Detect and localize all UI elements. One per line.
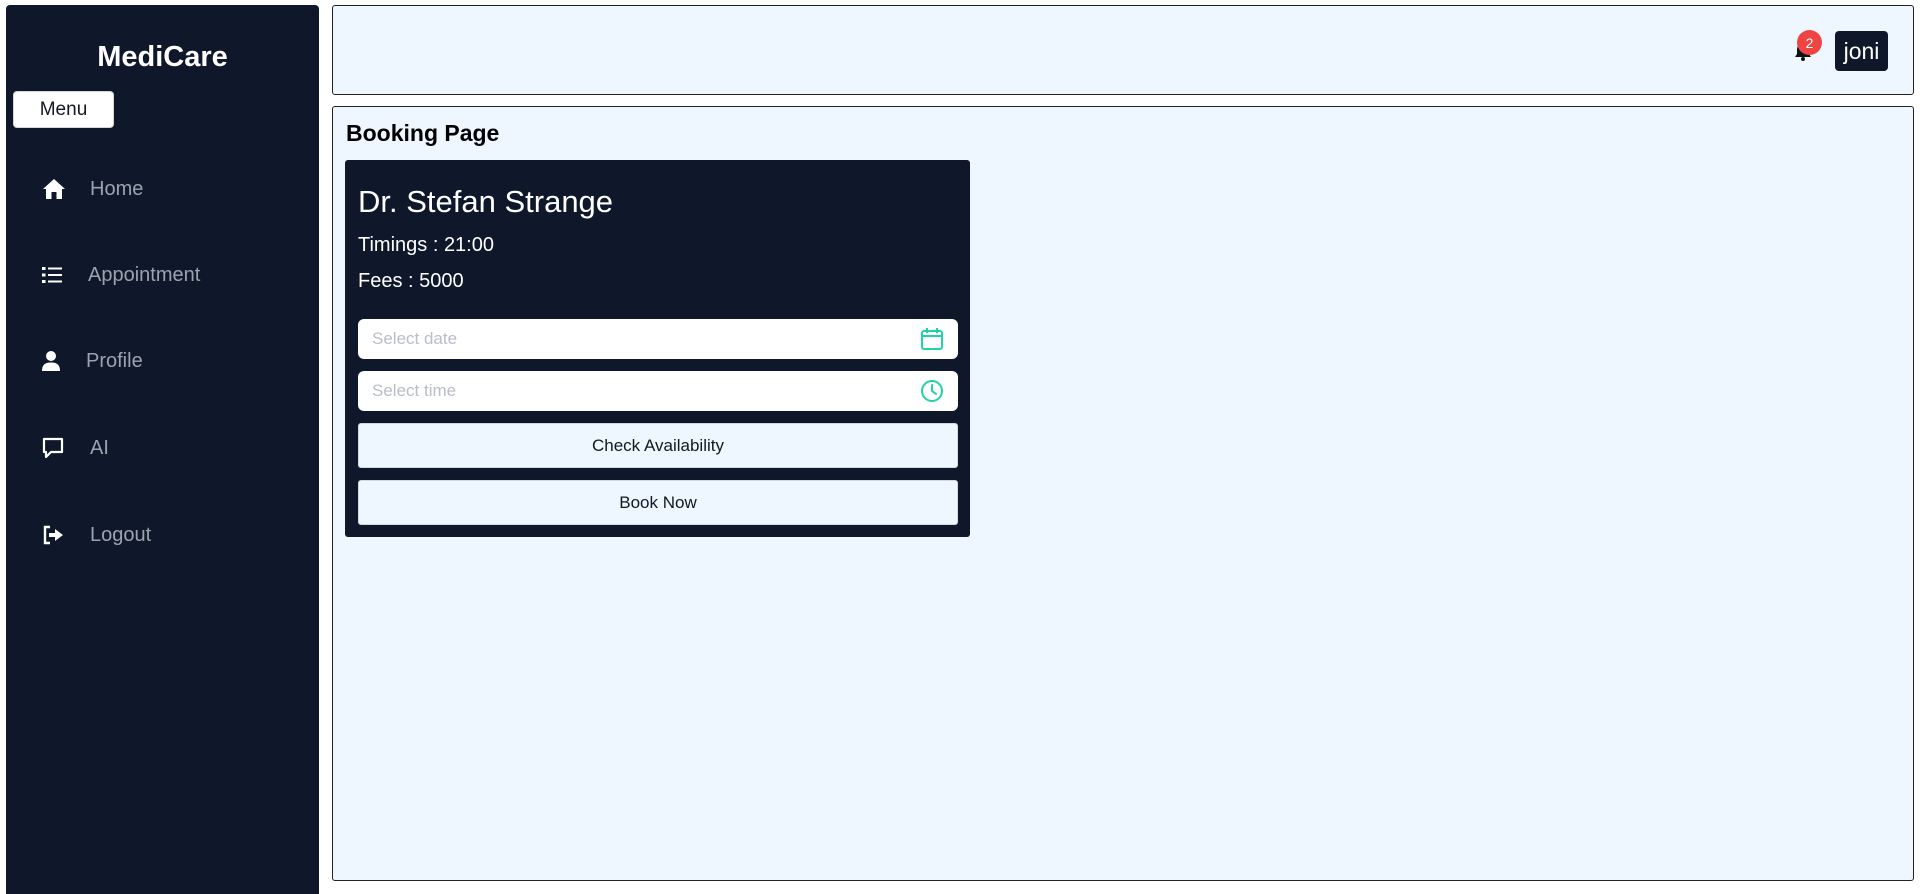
logout-icon (42, 525, 72, 545)
doctor-name: Dr. Stefan Strange (358, 184, 614, 219)
menu-button[interactable]: Menu (13, 91, 114, 128)
time-field (358, 371, 958, 411)
user-icon (42, 350, 72, 372)
top-bar (332, 5, 1914, 95)
book-now-button[interactable]: Book Now (358, 480, 958, 525)
sidebar-item-label: Logout (90, 523, 152, 546)
sidebar-item-label: AI (90, 436, 109, 459)
page-title: Booking Page (346, 120, 500, 146)
brand-title: MediCare (97, 41, 228, 73)
sidebar: MediCare Menu Home Appointment Profile A… (6, 5, 319, 894)
sidebar-item-label: Home (90, 177, 144, 200)
calendar-icon[interactable] (920, 327, 944, 351)
sidebar-item-logout[interactable]: Logout (42, 515, 151, 555)
time-input[interactable] (372, 372, 912, 410)
check-availability-button[interactable]: Check Availability (358, 423, 958, 468)
clock-icon[interactable] (920, 379, 944, 403)
notification-badge: 2 (1797, 30, 1822, 55)
doctor-timings: Timings : 21:00 (358, 234, 494, 256)
date-field (358, 319, 958, 359)
sidebar-item-ai[interactable]: AI (42, 428, 109, 468)
sidebar-item-profile[interactable]: Profile (42, 341, 143, 381)
chat-icon (42, 437, 72, 459)
user-menu-button[interactable]: joni (1835, 31, 1888, 71)
list-icon (42, 266, 72, 284)
sidebar-item-home[interactable]: Home (42, 169, 143, 209)
sidebar-item-label: Profile (86, 349, 143, 372)
sidebar-item-label: Appointment (88, 263, 201, 286)
home-icon (42, 178, 72, 200)
doctor-fees: Fees : 5000 (358, 270, 464, 292)
date-input[interactable] (372, 320, 912, 358)
sidebar-item-appointment[interactable]: Appointment (42, 255, 200, 295)
